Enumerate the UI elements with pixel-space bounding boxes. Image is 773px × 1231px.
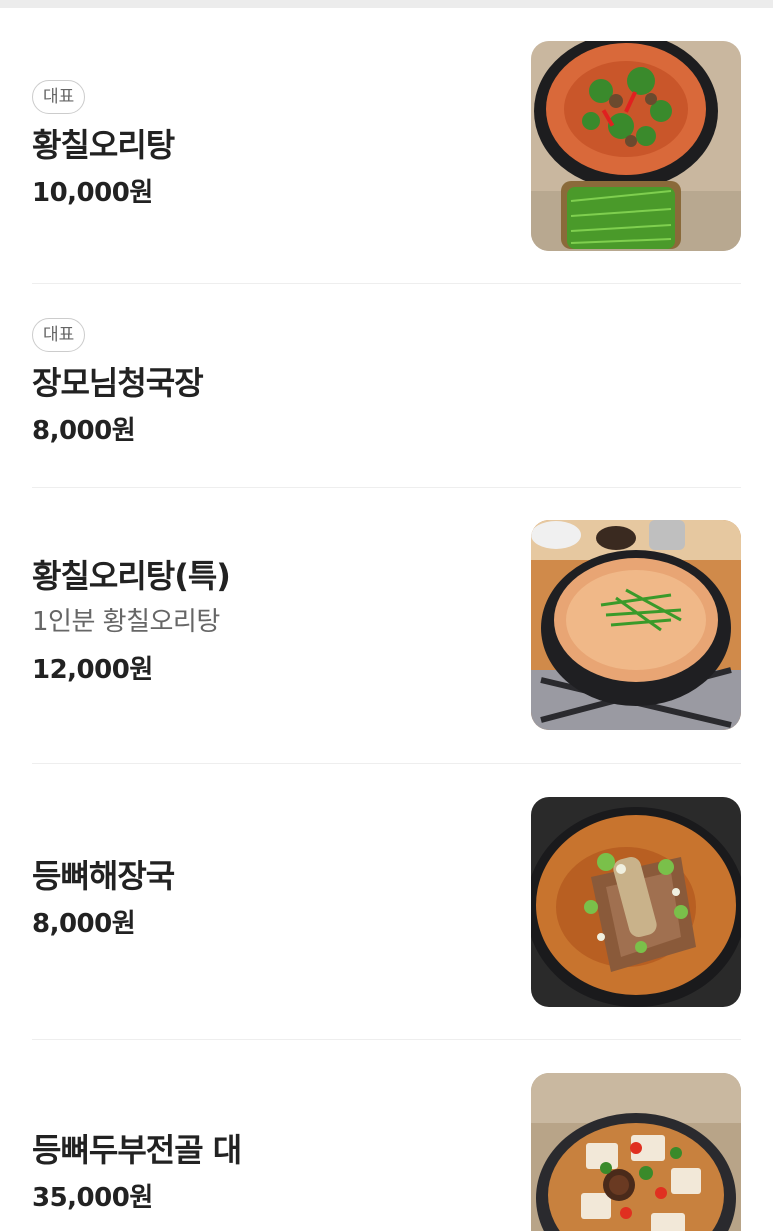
menu-item-name: 장모님청국장 <box>32 364 204 402</box>
menu-item[interactable]: 대표 장모님청국장 8,000원 <box>32 284 741 488</box>
menu-item-name: 황칠오리탕 <box>32 126 175 164</box>
menu-item[interactable]: 등뼈해장국 8,000원 <box>32 764 741 1040</box>
menu-item-price: 12,000원 <box>32 655 153 685</box>
menu-item[interactable]: 황칠오리탕(특) 1인분 황칠오리탕 12,000원 <box>32 488 741 764</box>
menu-item[interactable]: 등뼈두부전골 대 35,000원 <box>32 1040 741 1231</box>
menu-item-price: 10,000원 <box>32 178 153 208</box>
duck-soup-photo[interactable] <box>531 41 741 251</box>
tofu-hotpot-photo[interactable] <box>531 1073 741 1231</box>
menu-item-price: 8,000원 <box>32 416 136 446</box>
signature-badge: 대표 <box>32 318 86 352</box>
duck-soup-photo-icon <box>531 41 741 251</box>
menu-item-price: 8,000원 <box>32 909 136 939</box>
menu-item-name: 황칠오리탕(특) <box>32 557 231 595</box>
menu-item-name: 등뼈두부전골 대 <box>32 1131 242 1169</box>
signature-badge: 대표 <box>32 80 86 114</box>
top-divider-strip <box>0 0 773 8</box>
duck-soup-pot-photo-icon <box>531 520 741 730</box>
menu-item-price: 35,000원 <box>32 1183 153 1213</box>
menu-item-description: 1인분 황칠오리탕 <box>32 607 220 637</box>
duck-soup-pot-photo[interactable] <box>531 520 741 730</box>
pork-bone-soup-photo[interactable] <box>531 797 741 1007</box>
menu-item-name: 등뼈해장국 <box>32 857 175 895</box>
menu-item[interactable]: 대표 황칠오리탕 10,000원 <box>32 8 741 284</box>
pork-bone-soup-photo-icon <box>531 797 741 1007</box>
menu-list: 대표 황칠오리탕 10,000원 대표 장모님청국장 8,000원 황칠오리탕(… <box>0 8 773 1231</box>
tofu-hotpot-photo-icon <box>531 1073 741 1231</box>
